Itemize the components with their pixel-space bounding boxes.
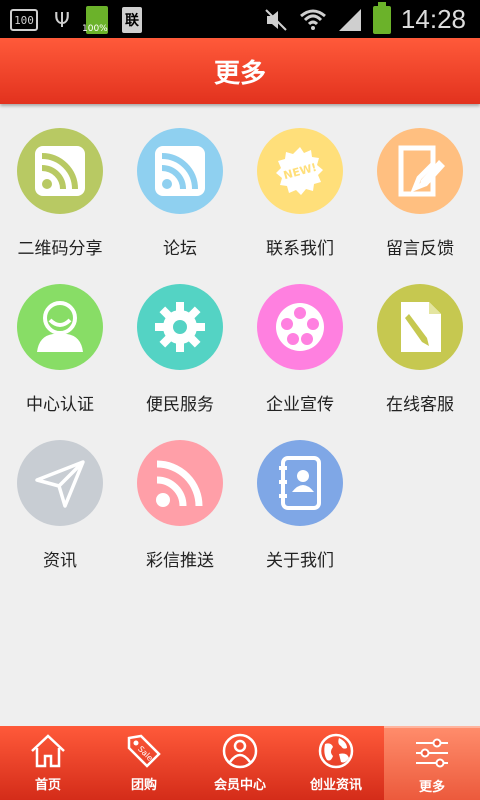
status-left: 100 Ψ 100% 联: [10, 6, 142, 34]
grid-item-online-service[interactable]: 在线客服: [360, 278, 480, 428]
grid-item-icon-bg: [137, 128, 223, 214]
nav-label: 更多: [418, 780, 445, 795]
grid-item-icon-bg: [17, 284, 103, 370]
nav-more[interactable]: 更多: [384, 726, 480, 800]
globe-icon: [318, 733, 354, 769]
grid-item-about-us[interactable]: 关于我们: [240, 434, 360, 584]
rss-icon: [35, 146, 85, 196]
clock: 14:28: [400, 4, 466, 34]
grid-item-services[interactable]: 便民服务: [120, 278, 240, 428]
grid-item-label: 便民服务: [146, 395, 214, 415]
grid-item-news[interactable]: 资讯: [0, 434, 120, 584]
edit-note-icon: [398, 145, 445, 197]
nav-label: 创业资讯: [309, 778, 362, 793]
grid-item-label: 企业宣传: [266, 395, 334, 415]
rss-icon: [155, 146, 205, 196]
grid-item-center-cert[interactable]: 中心认证: [0, 278, 120, 428]
grid-item-icon-bg: [137, 440, 223, 526]
page-title: 更多: [213, 58, 266, 89]
paper-plane-icon: [35, 460, 85, 508]
grid-item-feedback[interactable]: 留言反馈: [360, 122, 480, 272]
home-icon: [31, 734, 65, 768]
page-header: 更多: [0, 38, 480, 104]
rss-icon: [156, 460, 203, 507]
grid-item-icon-bg: [257, 284, 343, 370]
usb-icon: Ψ: [54, 8, 70, 32]
signal-icon: [338, 8, 361, 31]
storage-icon: 100: [10, 9, 38, 31]
gear-icon: [155, 302, 205, 352]
nav-member-center[interactable]: 会员中心: [192, 726, 288, 800]
film-reel-icon: [276, 303, 324, 351]
storage-label: 100: [14, 13, 34, 27]
grid-item-icon-bg: [17, 440, 103, 526]
sim-label: 联: [125, 13, 139, 29]
sale-tag-icon: Sale: [127, 734, 161, 768]
grid-item-label: 彩信推送: [146, 551, 214, 571]
battery-full-icon: 100%: [82, 6, 108, 34]
grid-item-contact-us[interactable]: NEW! 联系我们: [240, 122, 360, 272]
grid-item-icon-bg: NEW!: [257, 128, 343, 214]
nav-group-buy[interactable]: Sale 团购: [96, 726, 192, 800]
contact-book-icon: [279, 456, 321, 510]
grid-item-icon-bg: [377, 128, 463, 214]
sim-icon: 联: [122, 7, 142, 33]
grid-item-label: 中心认证: [26, 395, 94, 415]
sliders-icon: [416, 738, 448, 768]
new-badge-icon: NEW!: [276, 147, 323, 195]
grid-item-qr-share[interactable]: 二维码分享: [0, 122, 120, 272]
grid-item-label: 论坛: [163, 239, 197, 259]
document-edit-icon: [401, 302, 441, 352]
battery-full-label: 100%: [82, 24, 108, 34]
grid-item-label: 二维码分享: [17, 239, 103, 259]
status-bar: 100 Ψ 100% 联 14:28: [0, 0, 480, 38]
nav-label: 会员中心: [213, 778, 266, 793]
bottom-nav: 首页 Sale 团购 会员中心 创业资讯 更多: [0, 726, 480, 800]
nav-label: 首页: [34, 778, 61, 793]
wifi-icon: [299, 9, 326, 30]
grid-item-icon-bg: [137, 284, 223, 370]
status-right: 14:28: [263, 1, 466, 35]
user-icon: [37, 301, 83, 352]
grid-item-label: 关于我们: [266, 551, 334, 571]
mute-icon: [265, 8, 287, 31]
grid-item-forum[interactable]: 论坛: [120, 122, 240, 272]
grid-item-mms-push[interactable]: 彩信推送: [120, 434, 240, 584]
grid-item-icon-bg: [17, 128, 103, 214]
grid-item-label: 留言反馈: [386, 239, 454, 259]
grid-item-icon-bg: [377, 284, 463, 370]
member-icon: [222, 733, 258, 769]
grid-item-promotion[interactable]: 企业宣传: [240, 278, 360, 428]
grid-item-label: 资讯: [43, 551, 77, 571]
grid-item-icon-bg: [257, 440, 343, 526]
nav-label: 团购: [130, 778, 157, 793]
grid-item-label: 在线客服: [386, 395, 454, 415]
grid-item-label: 联系我们: [266, 239, 334, 259]
nav-business-news[interactable]: 创业资讯: [288, 726, 384, 800]
nav-home[interactable]: 首页: [0, 726, 96, 800]
battery-icon: [372, 1, 391, 34]
